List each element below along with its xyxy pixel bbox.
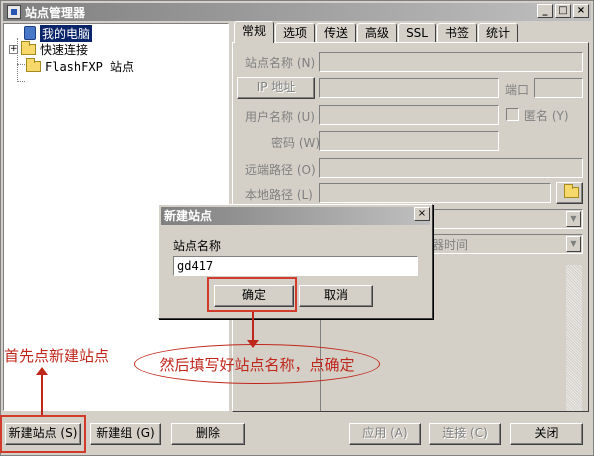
- step2-annotation: 然后填写好站点名称，点确定: [159, 355, 355, 374]
- delete-button[interactable]: 删除: [171, 423, 245, 445]
- site-name-input[interactable]: [173, 256, 418, 276]
- tab-options[interactable]: 选项: [275, 23, 316, 43]
- folder-open-icon: [564, 184, 579, 198]
- local-path-field[interactable]: [319, 183, 551, 203]
- dialog-close-button[interactable]: ×: [414, 207, 430, 221]
- local-path-label: 本地路径 (L): [245, 188, 313, 202]
- tab-general[interactable]: 常规: [234, 21, 275, 43]
- tree-item-label: FlashFXP 站点: [45, 59, 135, 74]
- password-label: 密码 (W): [271, 136, 321, 150]
- computer-icon: [24, 26, 36, 40]
- ok-highlight-box: [207, 277, 297, 312]
- tree-connector: [17, 64, 25, 65]
- close-window-button[interactable]: ×: [573, 4, 589, 18]
- anonymous-label: 匿名 (Y): [524, 109, 569, 123]
- tree-item-label: 我的电脑: [40, 24, 93, 42]
- new-site-highlight-box: [0, 415, 86, 453]
- folder-icon: [26, 57, 41, 72]
- connect-button[interactable]: 连接 (C): [429, 423, 501, 445]
- tab-advanced[interactable]: 高级: [357, 23, 398, 43]
- ip-address-button[interactable]: IP 地址: [237, 77, 315, 99]
- maximize-button[interactable]: □: [555, 4, 571, 18]
- tab-transfer[interactable]: 传送: [316, 23, 357, 43]
- scrollbar[interactable]: [566, 265, 582, 411]
- close-button[interactable]: 关闭: [510, 423, 583, 445]
- browse-button[interactable]: [556, 182, 583, 204]
- tab-ssl[interactable]: SSL: [398, 23, 436, 43]
- remote-path-field[interactable]: [319, 158, 583, 178]
- tree-item-label: 快速连接: [40, 42, 89, 57]
- username-label: 用户名称 (U): [245, 110, 315, 124]
- username-field[interactable]: [319, 105, 499, 125]
- expand-icon[interactable]: +: [9, 44, 18, 54]
- tree-item-flashfxp-sites[interactable]: FlashFXP 站点: [26, 57, 135, 74]
- port-label: 端口: [505, 83, 530, 97]
- tree-item-quick-connect[interactable]: + 快速连接: [9, 40, 89, 57]
- tree-item-my-computer[interactable]: 我的电脑: [24, 24, 93, 42]
- step1-annotation: 首先点新建站点: [4, 347, 110, 365]
- arrow-up-icon: [36, 367, 48, 375]
- tab-strip: 常规 选项 传送 高级 SSL 书签 统计: [234, 21, 519, 43]
- app-icon: [7, 5, 21, 19]
- tab-bookmarks[interactable]: 书签: [436, 23, 477, 43]
- tab-statistics[interactable]: 统计: [478, 23, 519, 43]
- chevron-down-icon[interactable]: ▼: [566, 236, 581, 252]
- title-bar: 站点管理器 _ □ ×: [3, 3, 591, 21]
- dialog-title: 新建站点: [161, 207, 430, 225]
- ip-address-field[interactable]: [319, 78, 499, 98]
- dialog-field-label: 站点名称: [173, 239, 222, 253]
- window-title: 站点管理器: [25, 5, 86, 20]
- apply-button[interactable]: 应用 (A): [349, 423, 421, 445]
- password-field[interactable]: [319, 131, 499, 151]
- folder-icon: [21, 40, 36, 55]
- port-field[interactable]: [534, 78, 583, 98]
- site-name-label: 站点名称 (N): [245, 56, 316, 70]
- tree-connector: [17, 81, 25, 82]
- chevron-down-icon[interactable]: ▼: [566, 211, 581, 227]
- anonymous-checkbox[interactable]: [506, 108, 519, 121]
- step2-annotation-ellipse: 然后填写好站点名称，点确定: [134, 344, 380, 384]
- remote-path-label: 远端路径 (O): [245, 163, 316, 177]
- site-name-field[interactable]: [319, 52, 583, 72]
- arrow-line: [41, 375, 43, 415]
- new-group-button[interactable]: 新建组 (G): [90, 423, 161, 445]
- minimize-button[interactable]: _: [537, 4, 553, 18]
- server-time-label: 器时间: [432, 238, 469, 252]
- cancel-button[interactable]: 取消: [299, 285, 373, 307]
